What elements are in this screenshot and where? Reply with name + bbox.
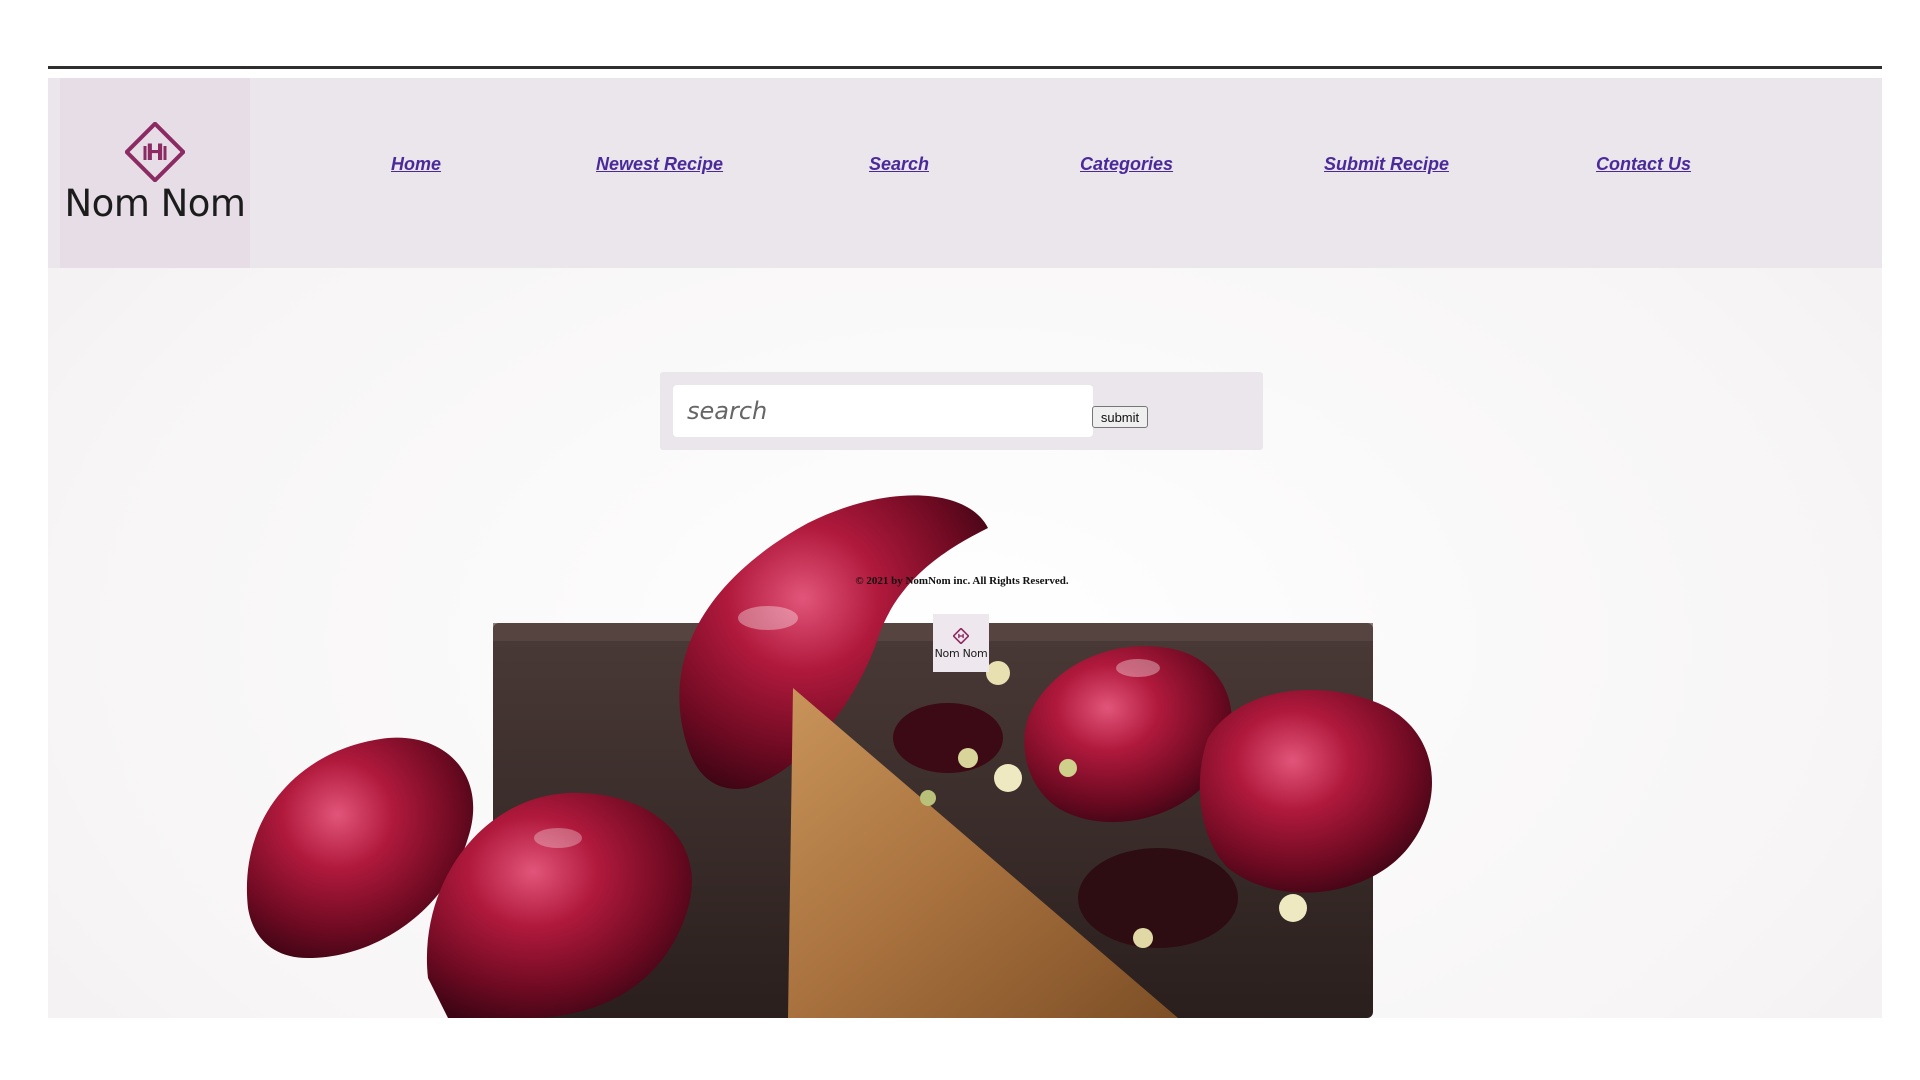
nav-submit-recipe[interactable]: Submit Recipe bbox=[1324, 154, 1449, 175]
nav-home[interactable]: Home bbox=[391, 154, 441, 175]
search-form: submit bbox=[660, 372, 1263, 450]
nav-search[interactable]: Search bbox=[869, 154, 929, 175]
nav-categories[interactable]: Categories bbox=[1080, 154, 1173, 175]
footer-logo[interactable]: Nom Nom bbox=[933, 614, 989, 672]
nav-newest-recipe[interactable]: Newest Recipe bbox=[596, 154, 723, 175]
nav-contact-us[interactable]: Contact Us bbox=[1596, 154, 1691, 175]
svg-text:H: H bbox=[146, 141, 164, 166]
logo-wordmark: Nom Nom bbox=[64, 182, 246, 225]
copyright-text: © 2021 by NomNom inc. All Rights Reserve… bbox=[855, 575, 1069, 587]
hh-diamond-icon bbox=[953, 628, 969, 644]
search-input[interactable] bbox=[673, 385, 1093, 437]
top-divider bbox=[48, 66, 1882, 69]
site-logo[interactable]: H Nom Nom bbox=[60, 78, 250, 268]
submit-button[interactable]: submit bbox=[1092, 406, 1148, 428]
site-header: H Nom Nom Home Newest Recipe Search Cate… bbox=[48, 78, 1882, 268]
hh-diamond-icon: H bbox=[125, 122, 185, 182]
footer-logo-wordmark: Nom Nom bbox=[934, 647, 988, 660]
